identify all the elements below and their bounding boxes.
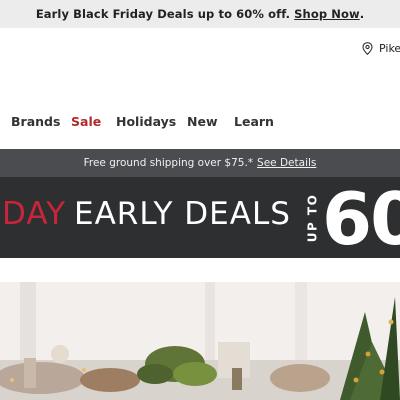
nav-item-sale[interactable]: Sale	[71, 114, 101, 129]
location-pin-icon	[362, 42, 373, 55]
banner-percent-text: 60	[322, 177, 400, 258]
promo-text: Early Black Friday Deals up to 60% off.	[35, 7, 291, 21]
shop-now-link[interactable]: Shop Now	[294, 7, 360, 21]
main-nav: Brands Sale Holidays New Learn	[0, 108, 400, 134]
store-locator-label: Pike	[379, 42, 400, 55]
shipping-text: Free ground shipping over $75.*	[83, 157, 254, 169]
see-details-link[interactable]: See Details	[257, 157, 316, 169]
nav-item-new[interactable]: New	[187, 114, 218, 129]
nav-item-holidays[interactable]: Holidays	[116, 114, 176, 129]
banner-day-text: DAY	[2, 196, 67, 232]
nav-item-learn[interactable]: Learn	[234, 114, 274, 129]
black-friday-banner[interactable]: DAY EARLY DEALS UP TO 60	[0, 177, 400, 258]
store-locator[interactable]: Pike	[362, 42, 400, 55]
banner-up-to-text: UP TO	[305, 193, 320, 243]
promo-bar: Early Black Friday Deals up to 60% off. …	[0, 0, 400, 28]
hero-holiday-image[interactable]	[0, 282, 400, 400]
nav-item-brands[interactable]: Brands	[11, 114, 60, 129]
holiday-table-illustration	[0, 282, 400, 400]
shipping-bar: Free ground shipping over $75.* See Deta…	[0, 149, 400, 177]
promo-punct: .	[359, 7, 365, 21]
banner-up-to: UP TO	[302, 193, 322, 243]
banner-early-deals-text: EARLY DEALS	[74, 196, 291, 232]
